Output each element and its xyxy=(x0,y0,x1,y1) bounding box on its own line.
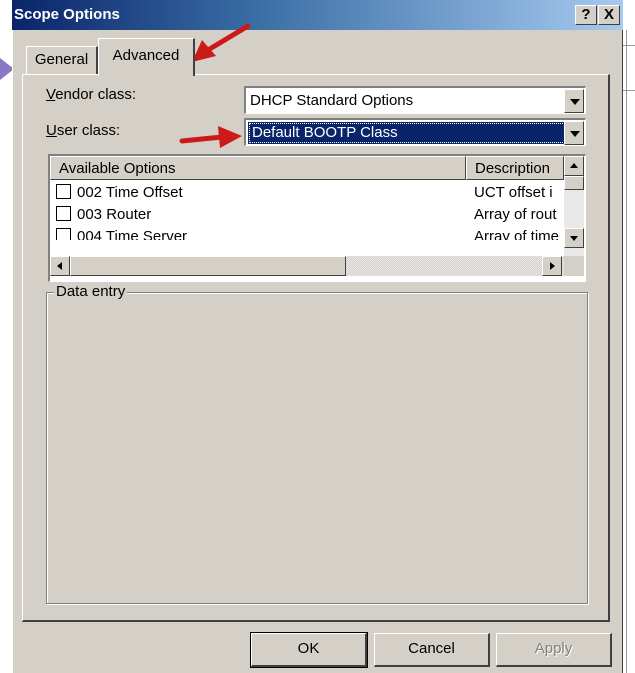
arrow-left-icon xyxy=(57,262,62,270)
apply-button: Apply xyxy=(496,633,612,667)
close-button[interactable]: X xyxy=(598,5,620,25)
list-item[interactable]: 004 Time Server xyxy=(56,226,187,240)
option-description: Array of rout xyxy=(474,206,557,223)
vendor-class-dropdown-button[interactable] xyxy=(564,89,584,113)
list-item[interactable]: 002 Time Offset xyxy=(56,182,183,204)
scrollbar-corner xyxy=(564,256,584,276)
vendor-class-label: Vendor class: xyxy=(46,86,136,103)
column-header-available-options[interactable]: Available Options xyxy=(50,156,466,180)
vendor-class-label-text: endor class: xyxy=(55,86,137,103)
vertical-scrollbar[interactable] xyxy=(564,156,584,256)
ok-button[interactable]: OK xyxy=(250,632,368,668)
scroll-down-button[interactable] xyxy=(564,228,584,248)
background-window-right xyxy=(623,0,635,673)
horizontal-scroll-thumb[interactable] xyxy=(70,256,346,276)
title-bar[interactable]: Scope Options ? X xyxy=(12,0,623,30)
annotation-arrow-icon xyxy=(179,126,242,148)
user-class-accelerator: U xyxy=(46,122,57,139)
user-class-dropdown-button[interactable] xyxy=(564,121,584,145)
option-checkbox[interactable] xyxy=(56,228,71,240)
option-checkbox[interactable] xyxy=(56,206,71,221)
vendor-class-accelerator: V xyxy=(46,86,56,103)
user-class-select[interactable]: Default BOOTP Class xyxy=(244,118,586,146)
data-entry-group xyxy=(46,292,588,604)
arrow-down-icon xyxy=(570,236,578,241)
help-button[interactable]: ? xyxy=(575,5,597,25)
scroll-up-button[interactable] xyxy=(564,156,584,176)
chevron-down-icon xyxy=(570,131,580,137)
vendor-class-value: DHCP Standard Options xyxy=(250,92,414,109)
data-entry-label: Data entry xyxy=(54,282,128,302)
arrow-up-icon xyxy=(570,163,578,168)
scroll-left-button[interactable] xyxy=(50,256,70,276)
tab-general[interactable]: General xyxy=(26,46,98,74)
option-description: Array of time xyxy=(474,228,560,240)
option-checkbox[interactable] xyxy=(56,184,71,199)
user-class-label: User class: xyxy=(46,122,120,139)
chevron-down-icon xyxy=(570,99,580,105)
vendor-class-select[interactable]: DHCP Standard Options xyxy=(244,86,586,114)
option-name: 003 Router xyxy=(77,206,152,223)
annotation-arrow-icon xyxy=(192,23,251,62)
option-description: UCT offset i xyxy=(474,184,553,201)
tab-advanced[interactable]: Advanced xyxy=(98,38,195,76)
vertical-scroll-thumb[interactable] xyxy=(564,176,584,190)
column-header-description[interactable]: Description xyxy=(466,156,564,180)
arrow-right-icon xyxy=(550,262,555,270)
cancel-button[interactable]: Cancel xyxy=(374,633,490,667)
option-name: 002 Time Offset xyxy=(77,184,183,201)
scroll-right-button[interactable] xyxy=(542,256,562,276)
option-name: 004 Time Server xyxy=(77,228,188,240)
available-options-list[interactable]: Available Options Description 002 Time O… xyxy=(48,154,586,282)
user-class-value: Default BOOTP Class xyxy=(248,122,566,144)
window-title: Scope Options xyxy=(14,6,120,23)
list-item[interactable]: 003 Router xyxy=(56,204,151,226)
horizontal-scrollbar[interactable] xyxy=(50,256,564,276)
user-class-label-text: ser class: xyxy=(56,122,121,139)
